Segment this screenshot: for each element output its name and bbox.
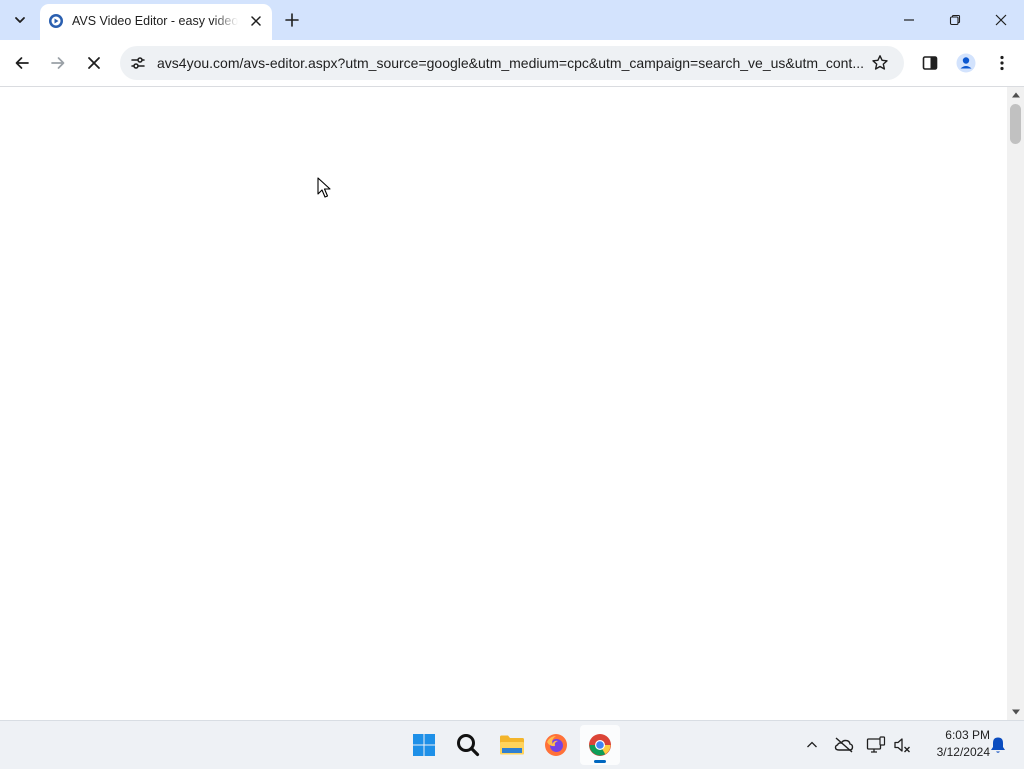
clock-time: 6:03 PM bbox=[945, 728, 990, 742]
network-icon bbox=[866, 736, 886, 753]
close-icon bbox=[251, 16, 261, 26]
active-app-indicator bbox=[594, 760, 606, 763]
volume-muted-icon bbox=[894, 738, 910, 753]
arrow-left-icon bbox=[15, 57, 29, 69]
more-vert-icon bbox=[1000, 55, 1004, 71]
onedrive-off-icon bbox=[834, 737, 854, 753]
triangle-up-icon bbox=[1011, 92, 1020, 98]
windows-taskbar: 6:03 PM 3/12/2024 bbox=[0, 720, 1024, 769]
firefox-icon bbox=[545, 734, 567, 756]
start-button[interactable] bbox=[404, 725, 444, 765]
tab-close-button[interactable] bbox=[246, 11, 266, 31]
notifications-button[interactable] bbox=[986, 733, 1010, 757]
folder-icon bbox=[500, 735, 524, 755]
file-explorer-button[interactable] bbox=[492, 725, 532, 765]
volume-tray-button[interactable] bbox=[890, 733, 914, 757]
url-text[interactable]: avs4you.com/avs-editor.aspx?utm_source=g… bbox=[157, 54, 863, 72]
arrow-right-icon bbox=[51, 57, 65, 69]
side-panel-button[interactable] bbox=[914, 47, 946, 79]
restore-icon bbox=[949, 14, 961, 26]
system-clock[interactable]: 6:03 PM 3/12/2024 bbox=[918, 727, 990, 763]
address-bar[interactable]: avs4you.com/avs-editor.aspx?utm_source=g… bbox=[120, 46, 904, 80]
search-icon bbox=[457, 734, 480, 757]
vertical-scrollbar[interactable] bbox=[1007, 87, 1024, 720]
tab-search-button[interactable] bbox=[6, 6, 34, 34]
profile-avatar-icon bbox=[956, 53, 976, 73]
close-window-button[interactable] bbox=[978, 0, 1024, 40]
site-info-button[interactable] bbox=[128, 53, 148, 73]
mouse-cursor-icon bbox=[317, 177, 331, 198]
chevron-down-icon bbox=[15, 17, 25, 23]
browser-toolbar: avs4you.com/avs-editor.aspx?utm_source=g… bbox=[0, 40, 1024, 87]
show-hidden-icons-button[interactable] bbox=[800, 733, 824, 757]
minimize-icon bbox=[904, 19, 914, 21]
bookmark-button[interactable] bbox=[868, 51, 892, 75]
clock-date: 3/12/2024 bbox=[936, 745, 990, 759]
tab-title: AVS Video Editor - easy video editing so… bbox=[72, 14, 238, 28]
chevron-up-icon bbox=[807, 741, 817, 748]
stop-loading-button[interactable] bbox=[78, 47, 110, 79]
minimize-button[interactable] bbox=[886, 0, 932, 40]
taskbar-search-button[interactable] bbox=[448, 725, 488, 765]
back-button[interactable] bbox=[6, 47, 38, 79]
plus-icon bbox=[285, 13, 299, 27]
triangle-down-icon bbox=[1011, 709, 1020, 715]
onedrive-tray-button[interactable] bbox=[832, 733, 856, 757]
side-panel-icon bbox=[922, 56, 938, 70]
forward-button[interactable] bbox=[42, 47, 74, 79]
scroll-up-button[interactable] bbox=[1007, 87, 1024, 103]
chrome-taskbar-button[interactable] bbox=[580, 725, 620, 765]
tab-strip: AVS Video Editor - easy video editing so… bbox=[0, 0, 1024, 40]
notification-bell-icon bbox=[991, 737, 1005, 753]
profile-button[interactable] bbox=[950, 47, 982, 79]
scrollbar-thumb[interactable] bbox=[1010, 104, 1021, 144]
scroll-down-button[interactable] bbox=[1007, 704, 1024, 720]
chrome-icon bbox=[589, 734, 611, 756]
windows-logo-icon bbox=[413, 734, 435, 756]
close-icon bbox=[995, 14, 1007, 26]
star-outline-icon bbox=[872, 55, 888, 70]
avs4you-favicon-icon bbox=[49, 14, 63, 28]
browser-tab-active[interactable]: AVS Video Editor - easy video editing so… bbox=[40, 4, 272, 40]
page-viewport-blank[interactable] bbox=[0, 87, 1007, 720]
restore-button[interactable] bbox=[932, 0, 978, 40]
new-tab-button[interactable] bbox=[280, 6, 304, 34]
network-tray-button[interactable] bbox=[864, 733, 888, 757]
firefox-button[interactable] bbox=[536, 725, 576, 765]
tune-icon bbox=[131, 57, 145, 69]
chrome-menu-button[interactable] bbox=[986, 47, 1018, 79]
stop-x-icon bbox=[88, 57, 100, 69]
